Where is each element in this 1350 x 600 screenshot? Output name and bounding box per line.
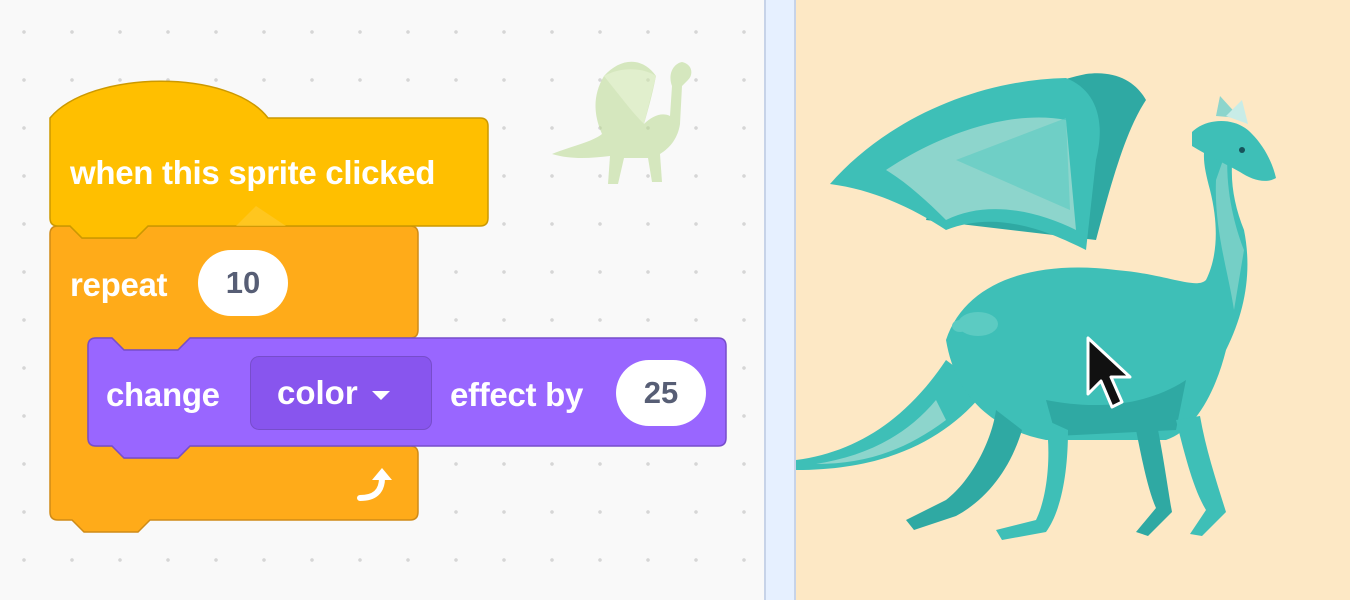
- effect-dropdown[interactable]: color: [250, 356, 432, 430]
- effect-dropdown-value: color: [277, 374, 358, 411]
- chevron-down-icon: [371, 390, 390, 400]
- dragon-icon[interactable]: [796, 60, 1350, 550]
- arrow-cursor-icon: [1086, 336, 1132, 409]
- loop-arrow-icon: [357, 468, 392, 501]
- hat-block-label: when this sprite clicked: [70, 154, 436, 191]
- repeat-count-input[interactable]: 10: [198, 250, 288, 316]
- stage-divider[interactable]: [764, 0, 796, 600]
- code-workspace[interactable]: when this sprite clicked repeat 10 chang…: [0, 0, 764, 600]
- repeat-count-value: 10: [225, 265, 261, 300]
- effect-amount-value: 25: [643, 375, 679, 410]
- stage-canvas[interactable]: [796, 0, 1350, 600]
- repeat-block-label: repeat: [70, 266, 168, 303]
- effect-by-label: effect by: [450, 376, 584, 413]
- dragon-icon: [552, 61, 692, 185]
- effect-amount-input[interactable]: 25: [616, 360, 706, 426]
- change-label: change: [106, 376, 220, 413]
